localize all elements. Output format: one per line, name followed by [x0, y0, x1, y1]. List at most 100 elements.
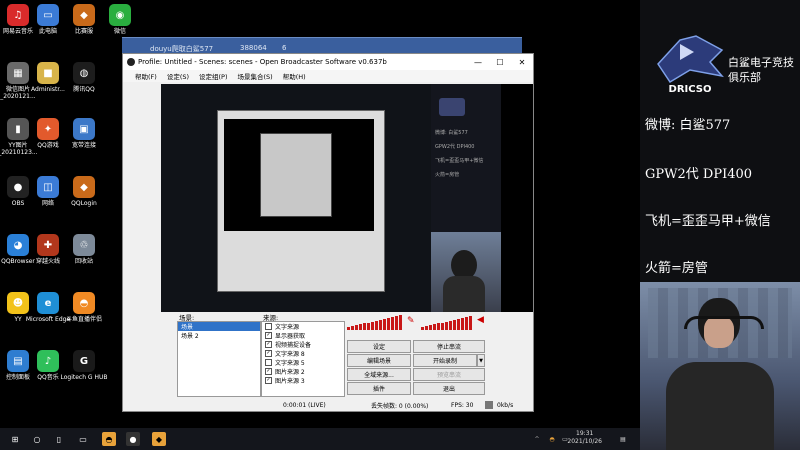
- close-icon[interactable]: ✕: [511, 58, 533, 67]
- bg-window-count: 388064: [240, 44, 267, 52]
- desktop-icon-label: 斗鱼直播伴侣: [65, 316, 102, 323]
- preview-stream-button[interactable]: 预览串流: [413, 368, 485, 381]
- sources-list[interactable]: 文字来源 ✓ 显示器获取 ✓ 视频捕捉设备 ✓ 文字来源 8 文字来源 5 ✓ 图片来源 2 ✓ 图片…: [261, 321, 345, 397]
- minimize-icon[interactable]: —: [467, 58, 489, 67]
- meter-bar: [457, 318, 460, 330]
- desktop-icon-label: 回收站: [74, 258, 93, 265]
- qq-game-icon: ✦: [37, 118, 59, 140]
- taskbar-clock[interactable]: 19:31 2021/10/26: [567, 430, 602, 446]
- menu-item-2[interactable]: 设定(S): [167, 71, 189, 81]
- meter-bar: [375, 320, 378, 330]
- mic-icon[interactable]: ✎: [407, 316, 415, 326]
- menu-item-4[interactable]: 场景集合(S): [238, 71, 273, 81]
- source-checkbox[interactable]: [265, 359, 272, 366]
- meter-bar: [359, 324, 362, 330]
- scenes-list[interactable]: 场景 场景 2: [177, 321, 261, 397]
- desktop-icon-label: 宽带连接: [71, 142, 96, 149]
- meter-bar: [347, 327, 350, 330]
- recycle-bin-icon: ♲: [73, 234, 95, 256]
- meter-bar: [429, 325, 432, 330]
- source-item[interactable]: ✓ 图片来源 3: [262, 376, 344, 385]
- desktop-icon-wechat[interactable]: ◉ 微信: [94, 4, 146, 35]
- meter-bar: [399, 315, 402, 330]
- clock-date: 2021/10/26: [567, 438, 602, 445]
- meter-bar: [355, 325, 358, 330]
- taskbar: ⊞ ○ ▯ ▭ ◓ ● ◆ ^ ◓ ▭ 19:31 2021/10/26 ▤: [0, 428, 640, 450]
- meter-bar: [449, 320, 452, 330]
- scene-item-2[interactable]: 场景 2: [178, 331, 260, 340]
- douyu-taskbar-icon[interactable]: ◓: [102, 432, 116, 446]
- desktop-icon-qqlogin[interactable]: ◆ QQLogin: [58, 176, 110, 207]
- task-view-icon[interactable]: ▯: [52, 432, 66, 446]
- source-item[interactable]: ✓ 图片来源 2: [262, 367, 344, 376]
- obs-statusbar: 0:00:01 (LIVE) 丢失帧数: 0 (0.00%) FPS: 30 0…: [123, 400, 533, 411]
- source-label: 视频捕捉设备: [275, 342, 312, 349]
- settings-button[interactable]: 设定: [347, 340, 411, 353]
- desktop-volume-meter[interactable]: [421, 316, 483, 330]
- search-icon[interactable]: ○: [30, 432, 44, 446]
- desktop-icon-label: Logitech G HUB: [60, 374, 108, 381]
- obs-titlebar[interactable]: Profile: Untitled - Scenes: scenes - Ope…: [123, 54, 533, 70]
- meter-bar: [453, 319, 456, 330]
- tray-chevron-icon[interactable]: ^: [530, 432, 544, 446]
- source-checkbox[interactable]: ✓: [265, 377, 272, 384]
- speaker-icon[interactable]: ◀: [477, 315, 484, 325]
- maximize-icon[interactable]: ☐: [489, 58, 511, 67]
- game-server-icon: ◆: [73, 4, 95, 26]
- desktop-icon-qq[interactable]: ◍ 腾讯QQ: [58, 62, 110, 93]
- menu-item-3[interactable]: 设定组(P): [199, 71, 228, 81]
- source-label: 显示器获取: [275, 333, 306, 340]
- qq-music-icon: ♪: [37, 350, 59, 372]
- source-label: 图片来源 2: [275, 369, 305, 376]
- notification-icon[interactable]: ▤: [616, 432, 630, 446]
- file-explorer-icon[interactable]: ▭: [76, 432, 90, 446]
- source-item[interactable]: ✓ 视频捕捉设备: [262, 340, 344, 349]
- source-checkbox[interactable]: [265, 323, 272, 330]
- source-label: 文字来源 8: [275, 351, 305, 358]
- record-dropdown-icon[interactable]: ▼: [477, 354, 485, 367]
- qqlogin-icon: ◆: [73, 176, 95, 198]
- source-item[interactable]: ✓ 显示器获取: [262, 331, 344, 340]
- desktop-icon-douyu[interactable]: ◓ 斗鱼直播伴侣: [58, 292, 110, 323]
- meter-bar: [421, 327, 424, 330]
- obs-menubar: 帮助(F) 设定(S) 设定组(P) 场景集合(S) 帮助(H): [123, 70, 533, 82]
- overlay-line-plane: 飞机=歪歪马甲+微信: [645, 214, 771, 229]
- menu-item-5[interactable]: 帮助(H): [283, 71, 306, 81]
- obs-taskbar-icon[interactable]: ●: [126, 432, 140, 446]
- start-windows-icon[interactable]: ⊞: [8, 432, 22, 446]
- edge-icon: e: [37, 292, 59, 314]
- meter-bar: [433, 324, 436, 330]
- source-checkbox[interactable]: ✓: [265, 341, 272, 348]
- webcam-feed: [640, 282, 800, 450]
- source-checkbox[interactable]: ✓: [265, 368, 272, 375]
- source-item[interactable]: ✓ 文字来源 8: [262, 349, 344, 358]
- source-item[interactable]: 文字来源 5: [262, 358, 344, 367]
- exit-button[interactable]: 退出: [413, 382, 485, 395]
- source-item[interactable]: 文字来源: [262, 322, 344, 331]
- source-checkbox[interactable]: ✓: [265, 350, 272, 357]
- desktop-icon-logitech[interactable]: G Logitech G HUB: [58, 350, 110, 381]
- meter-bar: [379, 319, 382, 330]
- source-checkbox[interactable]: ✓: [265, 332, 272, 339]
- bitrate-readout: 0kb/s: [497, 402, 514, 409]
- desktop-icon-network-connection[interactable]: ▣ 宽带连接: [58, 118, 110, 149]
- meter-bar: [383, 318, 386, 330]
- global-sources-button[interactable]: 全域来源...: [347, 368, 411, 381]
- network-connection-icon: ▣: [73, 118, 95, 140]
- tray-app-icon[interactable]: ◓: [545, 432, 559, 446]
- preview-line-4: 火箭=房管: [435, 172, 460, 178]
- wechat-icon: ◉: [109, 4, 131, 26]
- desktop-icon-label: 微信: [113, 28, 126, 35]
- menu-item-1[interactable]: 帮助(F): [135, 71, 157, 81]
- start-record-button[interactable]: 开始录制: [413, 354, 477, 367]
- plugins-button[interactable]: 插件: [347, 382, 411, 395]
- meter-bar: [391, 317, 394, 330]
- source-label: 图片来源 3: [275, 378, 305, 385]
- scene-item-1[interactable]: 场景: [178, 322, 260, 331]
- desktop-icon-recycle-bin[interactable]: ♲ 回收站: [58, 234, 110, 265]
- meter-bar: [363, 323, 366, 330]
- stop-stream-button[interactable]: 停止串流: [413, 340, 485, 353]
- edit-scene-button[interactable]: 编辑场景: [347, 354, 411, 367]
- douyu-app-taskbar-icon[interactable]: ◆: [152, 432, 166, 446]
- stream-overlay-panel: DRICSO 白鲨电子竞技俱乐部 微博: 白鲨577 GPW2代 DPI400 …: [640, 0, 800, 450]
